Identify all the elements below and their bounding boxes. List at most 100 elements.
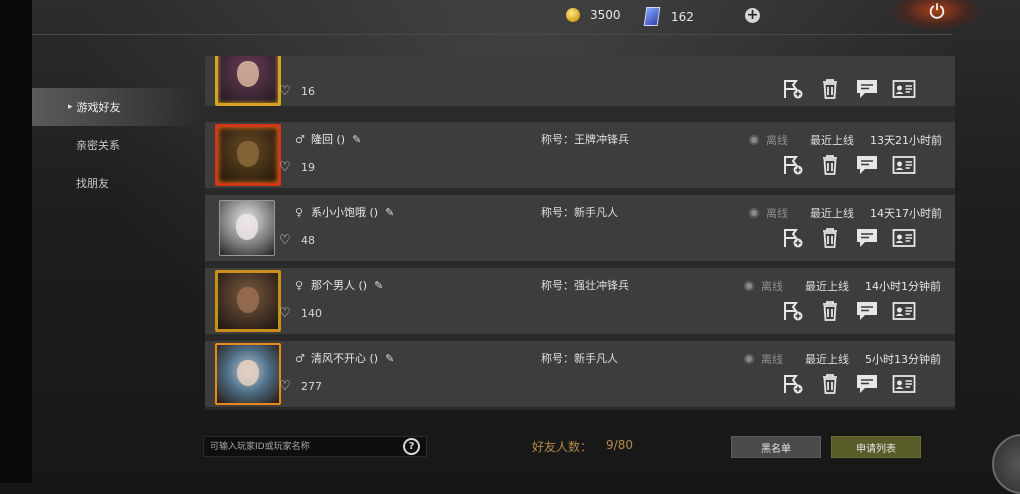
- gender-icon: ♀: [295, 278, 304, 292]
- id-card-icon[interactable]: [892, 78, 916, 100]
- id-card-icon[interactable]: [892, 373, 916, 395]
- like-count: 19: [301, 161, 315, 174]
- heart-icon: ♡: [279, 160, 291, 175]
- friend-count: 好友人数： 9/80: [532, 438, 633, 455]
- friend-name: 那个男人 (): [311, 279, 368, 292]
- gold-currency: 3500: [566, 8, 621, 22]
- avatar[interactable]: [215, 56, 281, 106]
- heart-icon: ♡: [279, 379, 291, 394]
- friend-row[interactable]: ♡ 16: [205, 56, 955, 106]
- friend-title: 称号：强壮冲锋兵: [541, 279, 629, 292]
- left-edge: [0, 0, 32, 483]
- nav-label: 游戏好友: [76, 101, 121, 114]
- friend-count-value: 9/80: [606, 438, 633, 452]
- search-help-icon[interactable]: ?: [403, 438, 420, 455]
- status-offline: 离线: [761, 353, 783, 366]
- last-online-time: 5小时13分钟前: [865, 353, 941, 366]
- chat-icon[interactable]: [855, 227, 879, 249]
- like-count: 48: [301, 234, 315, 247]
- like-count: 140: [301, 307, 322, 320]
- flag-plus-icon[interactable]: [781, 227, 805, 249]
- last-online-time: 14天17小时前: [870, 207, 942, 220]
- card-currency: 162: [643, 7, 694, 26]
- friend-list[interactable]: ♡ 16 ♂ 隆回 () ✎ ♡ 19 称号：王牌冲锋兵 离线 最近上线 13天…: [205, 56, 955, 410]
- gender-icon: ♂: [295, 351, 305, 365]
- friend-row[interactable]: ♂ 隆回 () ✎ ♡ 19 称号：王牌冲锋兵 离线 最近上线 13天21小时前: [205, 122, 955, 188]
- status: 离线 最近上线 14天17小时前: [749, 205, 942, 221]
- friend-row[interactable]: ♀ 系小小饱哦 () ✎ ♡ 48 称号：新手凡人 离线 最近上线 14天17小…: [205, 195, 955, 261]
- avatar[interactable]: [215, 270, 281, 332]
- card-icon: [643, 7, 661, 26]
- blacklist-button[interactable]: 黑名单: [731, 436, 821, 458]
- friend-title: 称号：新手凡人: [541, 206, 618, 219]
- chat-icon[interactable]: [855, 373, 879, 395]
- status-dot: [749, 135, 759, 145]
- flag-plus-icon[interactable]: [781, 300, 805, 322]
- avatar[interactable]: [215, 124, 281, 186]
- top-bar: [32, 0, 952, 35]
- id-card-icon[interactable]: [892, 154, 916, 176]
- trash-icon[interactable]: [818, 373, 842, 395]
- flag-plus-icon[interactable]: [781, 154, 805, 176]
- id-card-icon[interactable]: [892, 227, 916, 249]
- coin-icon: [566, 8, 580, 22]
- last-online-label: 最近上线: [810, 207, 854, 220]
- gender-icon: ♂: [295, 132, 305, 146]
- row-actions: [781, 373, 929, 395]
- status-offline: 离线: [766, 134, 788, 147]
- friend-row[interactable]: ♀ 那个男人 () ✎ ♡ 140 称号：强壮冲锋兵 离线 最近上线 14小时1…: [205, 268, 955, 334]
- pencil-icon[interactable]: ✎: [385, 206, 394, 219]
- id-card-icon[interactable]: [892, 300, 916, 322]
- power-icon[interactable]: [928, 2, 946, 20]
- last-online-label: 最近上线: [810, 134, 854, 147]
- nav-intimate-relations[interactable]: 亲密关系: [32, 126, 200, 164]
- avatar-face: [236, 213, 258, 240]
- gender-icon: ♀: [295, 205, 304, 219]
- trash-icon[interactable]: [818, 154, 842, 176]
- like-count: 16: [301, 85, 315, 98]
- nav-find-friends[interactable]: 找朋友: [32, 164, 200, 202]
- pencil-icon[interactable]: ✎: [352, 133, 361, 146]
- flag-plus-icon[interactable]: [781, 78, 805, 100]
- status: 离线 最近上线 5小时13分钟前: [744, 351, 941, 367]
- avatar[interactable]: [215, 343, 281, 405]
- likes: ♡ 48: [279, 233, 315, 248]
- flag-plus-icon[interactable]: [781, 373, 805, 395]
- requests-button[interactable]: 申请列表: [831, 436, 921, 458]
- add-currency-button[interactable]: +: [745, 8, 760, 23]
- avatar-face: [237, 140, 259, 167]
- status-offline: 离线: [761, 280, 783, 293]
- friend-count-label: 好友人数：: [532, 440, 593, 454]
- chat-icon[interactable]: [855, 300, 879, 322]
- trash-icon[interactable]: [818, 78, 842, 100]
- nav-label: 亲密关系: [76, 139, 120, 152]
- row-actions: [781, 78, 929, 100]
- trash-icon[interactable]: [818, 300, 842, 322]
- search-input[interactable]: [210, 440, 398, 454]
- friend-row[interactable]: ♂ 清风不开心 () ✎ ♡ 277 称号：新手凡人 离线 最近上线 5小时13…: [205, 341, 955, 407]
- status-dot: [744, 354, 754, 364]
- chat-icon[interactable]: [855, 78, 879, 100]
- card-amount: 162: [671, 9, 694, 24]
- chat-icon[interactable]: [855, 154, 879, 176]
- like-count: 277: [301, 380, 322, 393]
- likes: ♡ 277: [279, 379, 322, 394]
- avatar[interactable]: [219, 200, 275, 256]
- nav-label: 找朋友: [76, 177, 109, 190]
- trash-icon[interactable]: [818, 227, 842, 249]
- status-dot: [744, 281, 754, 291]
- status: 离线 最近上线 14小时1分钟前: [744, 278, 941, 294]
- nav-game-friends[interactable]: 游戏好友: [32, 88, 200, 126]
- pencil-icon[interactable]: ✎: [374, 279, 383, 292]
- friend-name: 隆回 (): [311, 133, 346, 146]
- heart-icon: ♡: [279, 233, 291, 248]
- heart-icon: ♡: [279, 306, 291, 321]
- last-online-time: 13天21小时前: [870, 134, 942, 147]
- friend-name: 清风不开心 (): [311, 352, 379, 365]
- requests-label: 申请列表: [856, 443, 896, 455]
- likes: ♡ 16: [279, 84, 315, 99]
- friend-title: 称号：新手凡人: [541, 352, 618, 365]
- gold-amount: 3500: [590, 8, 621, 22]
- last-online-label: 最近上线: [805, 280, 849, 293]
- pencil-icon[interactable]: ✎: [385, 352, 394, 365]
